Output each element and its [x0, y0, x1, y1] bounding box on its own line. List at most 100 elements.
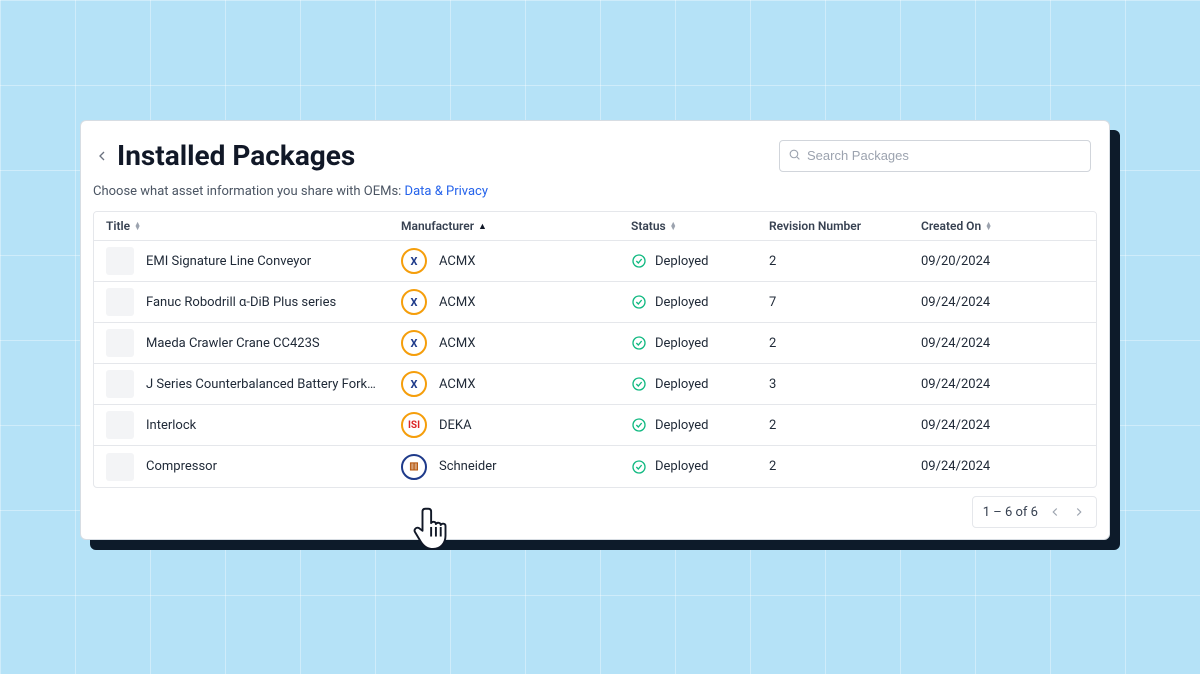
manufacturer-name: ACMX — [439, 377, 475, 392]
cell-title: J Series Counterbalanced Battery Forklif… — [94, 370, 389, 398]
subtitle-prefix: Choose what asset information you share … — [93, 184, 405, 199]
table-row[interactable]: Compressor ▥ Schneider Deployed 209/24/2024 — [94, 446, 1096, 487]
cell-title: EMI Signature Line Conveyor — [94, 247, 389, 275]
manufacturer-logo-icon: X — [401, 330, 427, 356]
col-manufacturer[interactable]: Manufacturer ▲ — [389, 212, 619, 240]
cell-manufacturer: X ACMX — [389, 371, 619, 397]
col-revision-label: Revision Number — [769, 219, 861, 233]
manufacturer-name: Schneider — [439, 459, 497, 474]
manufacturer-logo-icon: ISI — [401, 412, 427, 438]
cell-manufacturer: X ACMX — [389, 248, 619, 274]
cell-created: 09/24/2024 — [909, 295, 1097, 310]
cell-created: 09/24/2024 — [909, 418, 1097, 433]
asset-thumbnail-icon — [106, 288, 134, 316]
asset-thumbnail-icon — [106, 411, 134, 439]
manufacturer-name: ACMX — [439, 254, 475, 269]
cell-title: Interlock — [94, 411, 389, 439]
cell-created: 09/24/2024 — [909, 459, 1097, 474]
page-prev-icon[interactable] — [1048, 505, 1062, 519]
col-created[interactable]: Created On ▲▼ — [909, 212, 1097, 240]
table-row[interactable]: Interlock ISI DEKA Deployed209/24/2024 — [94, 405, 1096, 446]
cell-status: Deployed — [619, 376, 757, 392]
asset-title: Maeda Crawler Crane CC423S — [146, 336, 377, 351]
manufacturer-name: ACMX — [439, 336, 475, 351]
asset-title: J Series Counterbalanced Battery Forklif… — [146, 377, 377, 392]
cell-revision: 2 — [757, 459, 909, 474]
cell-title: Compressor — [94, 453, 389, 481]
sort-both-icon: ▲▼ — [985, 222, 992, 230]
table-row[interactable]: Fanuc Robodrill α-DiB Plus series X ACMX De… — [94, 282, 1096, 323]
check-circle-icon — [631, 253, 647, 269]
data-privacy-link[interactable]: Data & Privacy — [405, 184, 488, 199]
search-input[interactable] — [807, 148, 1082, 163]
manufacturer-logo-icon: ▥ — [401, 454, 427, 480]
page-next-icon[interactable] — [1072, 505, 1086, 519]
asset-title: Compressor — [146, 459, 377, 474]
asset-thumbnail-icon — [106, 370, 134, 398]
pagination: 1 – 6 of 6 — [972, 496, 1097, 528]
check-circle-icon — [631, 417, 647, 433]
page-title: Installed Packages — [117, 139, 355, 172]
sort-both-icon: ▲▼ — [670, 222, 677, 230]
pagination-range: 1 – 6 of 6 — [983, 505, 1038, 520]
cell-created: 09/24/2024 — [909, 377, 1097, 392]
cell-revision: 2 — [757, 254, 909, 269]
cell-revision: 2 — [757, 336, 909, 351]
title-group: Installed Packages — [93, 139, 355, 172]
asset-thumbnail-icon — [106, 247, 134, 275]
check-circle-icon — [631, 294, 647, 310]
cell-title: Maeda Crawler Crane CC423S — [94, 329, 389, 357]
asset-thumbnail-icon — [106, 329, 134, 357]
status-text: Deployed — [655, 377, 709, 392]
asset-title: Interlock — [146, 418, 377, 433]
table-body: EMI Signature Line Conveyor X ACMX Deployed… — [94, 241, 1096, 487]
cell-status: Deployed — [619, 417, 757, 433]
col-status[interactable]: Status ▲▼ — [619, 212, 757, 240]
asset-title: Fanuc Robodrill α-DiB Plus series — [146, 295, 377, 310]
table-row[interactable]: J Series Counterbalanced Battery Forklif… — [94, 364, 1096, 405]
status-text: Deployed — [655, 459, 709, 474]
manufacturer-name: ACMX — [439, 295, 475, 310]
cell-revision: 3 — [757, 377, 909, 392]
cell-status: Deployed — [619, 335, 757, 351]
col-status-label: Status — [631, 219, 666, 233]
table-footer: 1 – 6 of 6 — [81, 488, 1109, 528]
cell-created: 09/24/2024 — [909, 336, 1097, 351]
col-revision[interactable]: Revision Number — [757, 212, 909, 240]
cell-revision: 2 — [757, 418, 909, 433]
cell-manufacturer: X ACMX — [389, 289, 619, 315]
manufacturer-name: DEKA — [439, 418, 472, 433]
search-field[interactable] — [779, 140, 1091, 172]
col-manufacturer-label: Manufacturer — [401, 219, 474, 233]
status-text: Deployed — [655, 295, 709, 310]
cell-status: Deployed — [619, 294, 757, 310]
back-chevron-icon[interactable] — [93, 147, 111, 165]
subtitle: Choose what asset information you share … — [81, 176, 1109, 211]
manufacturer-logo-icon: X — [401, 248, 427, 274]
manufacturer-logo-icon: X — [401, 371, 427, 397]
col-title[interactable]: Title ▲▼ — [94, 212, 389, 240]
sort-asc-icon: ▲ — [478, 221, 487, 232]
packages-table: Title ▲▼ Manufacturer ▲ Status ▲▼ Revisi… — [93, 211, 1097, 488]
col-title-label: Title — [106, 219, 130, 233]
table-row[interactable]: EMI Signature Line Conveyor X ACMX Deployed… — [94, 241, 1096, 282]
check-circle-icon — [631, 335, 647, 351]
asset-title: EMI Signature Line Conveyor — [146, 254, 377, 269]
check-circle-icon — [631, 376, 647, 392]
cell-status: Deployed — [619, 459, 757, 475]
col-created-label: Created On — [921, 219, 981, 233]
sort-both-icon: ▲▼ — [134, 222, 141, 230]
table-header: Title ▲▼ Manufacturer ▲ Status ▲▼ Revisi… — [94, 212, 1096, 241]
asset-thumbnail-icon — [106, 453, 134, 481]
search-icon — [788, 146, 801, 165]
cell-manufacturer: X ACMX — [389, 330, 619, 356]
cell-title: Fanuc Robodrill α-DiB Plus series — [94, 288, 389, 316]
main-panel: Installed Packages Choose what asset inf… — [80, 120, 1110, 540]
status-text: Deployed — [655, 254, 709, 269]
status-text: Deployed — [655, 336, 709, 351]
check-circle-icon — [631, 459, 647, 475]
cell-created: 09/20/2024 — [909, 254, 1097, 269]
manufacturer-logo-icon: X — [401, 289, 427, 315]
cell-manufacturer: ISI DEKA — [389, 412, 619, 438]
table-row[interactable]: Maeda Crawler Crane CC423S X ACMX Deployed 2… — [94, 323, 1096, 364]
